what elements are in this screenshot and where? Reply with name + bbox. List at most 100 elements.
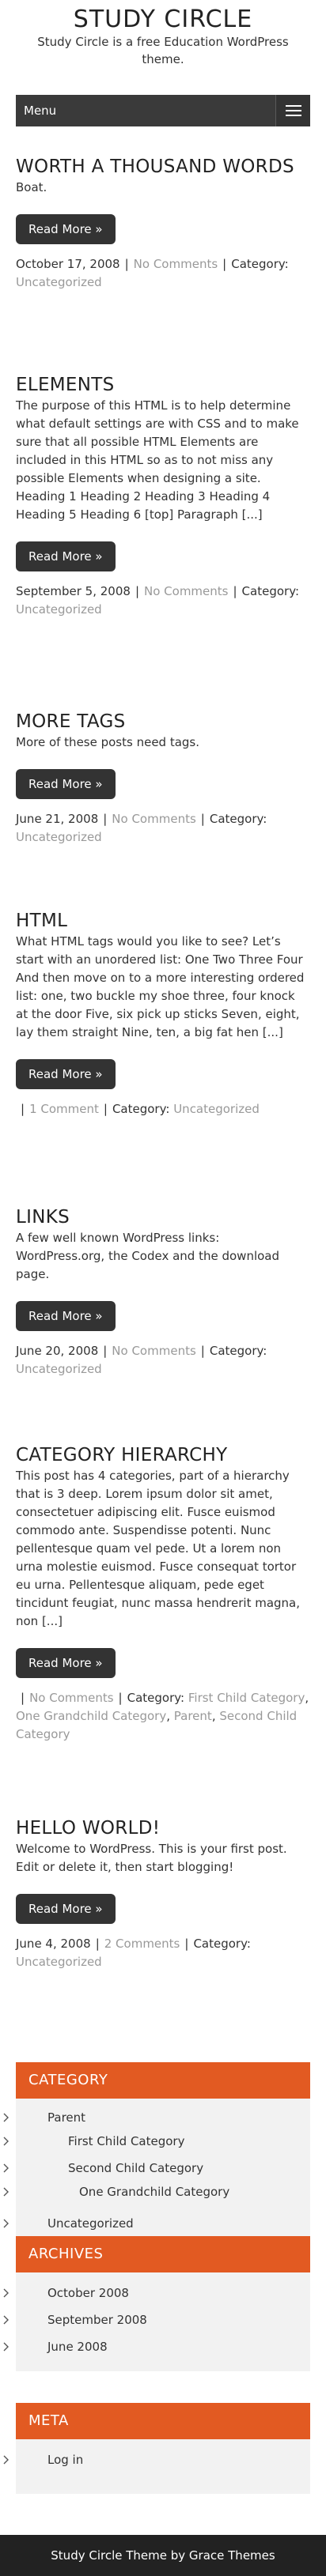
post-excerpt: Boat. (16, 180, 47, 194)
category-item-grandchild[interactable]: One Grandchild Category (3, 2184, 310, 2200)
meta-separator: | (21, 1691, 25, 1705)
category-widget: CATEGORY Parent First Child Category Sec… (3, 2062, 310, 2247)
post-excerpt: This post has 4 categories, part of a hi… (16, 1469, 301, 1628)
category-item-label[interactable]: Parent (47, 2110, 85, 2125)
post-comments-link[interactable]: No Comments (112, 1344, 195, 1358)
post-excerpt: The purpose of this HTML is to help dete… (16, 398, 299, 522)
meta-separator: | (200, 1344, 205, 1358)
post-meta: | 1 Comment | Category: Uncategorized (16, 1100, 310, 1118)
post-category-link[interactable]: Uncategorized (16, 275, 102, 289)
post-title[interactable]: WORTH A THOUSAND WORDS (16, 157, 310, 177)
post-elements: ELEMENTS The purpose of this HTML is to … (16, 375, 310, 619)
meta-separator: | (184, 1937, 189, 1951)
site-description: Study Circle is a free Education WordPre… (37, 35, 289, 66)
post-excerpt: More of these posts need tags. (16, 735, 200, 749)
post-comments-link[interactable]: No Comments (29, 1691, 113, 1705)
read-more-button[interactable]: Read More » (16, 769, 116, 799)
post-category-link[interactable]: Uncategorized (173, 1102, 260, 1116)
meta-separator: | (95, 1937, 100, 1951)
post-date[interactable]: June 20, 2008 (16, 1344, 98, 1358)
meta-separator: | (103, 1102, 108, 1116)
meta-separator: | (200, 812, 205, 826)
category-item-parent[interactable]: Parent (3, 2110, 310, 2125)
meta-separator: | (124, 257, 129, 271)
post-title[interactable]: HELLO WORLD! (16, 1818, 310, 1839)
post-comments-link[interactable]: No Comments (112, 812, 195, 826)
menu-toggle-button[interactable] (275, 95, 310, 126)
chevron-right-icon (3, 2163, 9, 2173)
post-comments-link[interactable]: No Comments (134, 257, 218, 271)
post-category-link[interactable]: Uncategorized (16, 830, 102, 844)
meta-widget: META Log in (3, 2403, 310, 2494)
post-category-label: Category: (127, 1691, 185, 1705)
post-date[interactable]: June 4, 2008 (16, 1937, 91, 1951)
menu-bar[interactable]: Menu (16, 95, 310, 126)
meta-separator: | (103, 812, 108, 826)
post-title[interactable]: CATEGORY HIERARCHY (16, 1445, 310, 1465)
category-item-label[interactable]: One Grandchild Category (79, 2185, 229, 2199)
archives-list: October 2008 September 2008 June 2008 (3, 2285, 310, 2355)
read-more-button[interactable]: Read More » (16, 1894, 116, 1924)
post-comments-link[interactable]: No Comments (144, 584, 228, 598)
post-date[interactable]: June 21, 2008 (16, 812, 98, 826)
post-comments-link[interactable]: 1 Comment (29, 1102, 99, 1116)
read-more-button[interactable]: Read More » (16, 214, 116, 244)
read-more-button[interactable]: Read More » (16, 1301, 116, 1331)
read-more-button[interactable]: Read More » (16, 1059, 116, 1089)
chevron-right-icon (3, 2342, 9, 2352)
chevron-right-icon (3, 2137, 9, 2146)
site-header: STUDY CIRCLE Study Circle is a free Educ… (0, 0, 326, 73)
footer-credit[interactable]: Study Circle Theme by Grace Themes (51, 2548, 275, 2563)
post-date[interactable]: October 17, 2008 (16, 257, 120, 271)
archive-item[interactable]: September 2008 (3, 2312, 310, 2328)
site-footer: Study Circle Theme by Grace Themes (0, 2535, 326, 2576)
menu-label[interactable]: Menu (16, 104, 56, 118)
post-meta: June 20, 2008 | No Comments | Category: Unca… (16, 1342, 310, 1379)
archive-item[interactable]: October 2008 (3, 2285, 310, 2301)
post-title[interactable]: LINKS (16, 1207, 310, 1228)
post-title[interactable]: MORE TAGS (16, 711, 310, 732)
widget-title: META (16, 2403, 310, 2439)
post-category-link[interactable]: Uncategorized (16, 1362, 102, 1376)
archive-item[interactable]: June 2008 (3, 2339, 310, 2355)
post-html: HTML What HTML tags would you like to se… (16, 911, 310, 1118)
archive-item-label[interactable]: June 2008 (47, 2340, 108, 2354)
post-category-label: Category: (209, 812, 267, 826)
category-separator: , (166, 1709, 170, 1723)
post-title[interactable]: HTML (16, 911, 310, 931)
post-meta: June 21, 2008 | No Comments | Category: Unca… (16, 810, 310, 847)
chevron-right-icon (3, 2113, 9, 2122)
category-item-label[interactable]: Uncategorized (47, 2216, 134, 2231)
post-category-link[interactable]: First Child Category (188, 1691, 305, 1705)
post-category-link[interactable]: One Grandchild Category (16, 1709, 166, 1723)
post-more-tags: MORE TAGS More of these posts need tags.… (16, 711, 310, 847)
post-excerpt: Welcome to WordPress. This is your first… (16, 1842, 287, 1874)
post-comments-link[interactable]: 2 Comments (104, 1937, 180, 1951)
read-more-button[interactable]: Read More » (16, 1648, 116, 1678)
widget-title: ARCHIVES (16, 2236, 310, 2272)
post-category-label: Category: (241, 584, 300, 598)
post-title[interactable]: ELEMENTS (16, 375, 310, 395)
post-excerpt: What HTML tags would you like to see? Le… (16, 934, 305, 1039)
post-date[interactable]: September 5, 2008 (16, 584, 131, 598)
post-meta: October 17, 2008 | No Comments | Category: U… (16, 255, 310, 292)
category-item-uncategorized[interactable]: Uncategorized (3, 2216, 310, 2231)
category-item-second-child[interactable]: Second Child Category (3, 2160, 310, 2176)
meta-separator: | (135, 584, 139, 598)
post-links: LINKS A few well known WordPress links: … (16, 1207, 310, 1379)
archive-item-label[interactable]: October 2008 (47, 2286, 129, 2300)
site-title[interactable]: STUDY CIRCLE (0, 6, 326, 33)
meta-item-log-in[interactable]: Log in (3, 2452, 310, 2468)
category-item-label[interactable]: Second Child Category (68, 2161, 203, 2175)
archive-item-label[interactable]: September 2008 (47, 2313, 147, 2327)
category-separator: , (305, 1691, 309, 1705)
meta-item-label[interactable]: Log in (47, 2453, 83, 2467)
read-more-button[interactable]: Read More » (16, 541, 116, 571)
post-category-link[interactable]: Uncategorized (16, 602, 102, 617)
category-item-first-child[interactable]: First Child Category (3, 2133, 310, 2149)
category-item-label[interactable]: First Child Category (68, 2134, 184, 2148)
meta-list: Log in (3, 2452, 310, 2468)
post-category-link[interactable]: Uncategorized (16, 1955, 102, 1969)
post-category-link[interactable]: Parent (174, 1709, 212, 1723)
meta-separator: | (222, 257, 227, 271)
